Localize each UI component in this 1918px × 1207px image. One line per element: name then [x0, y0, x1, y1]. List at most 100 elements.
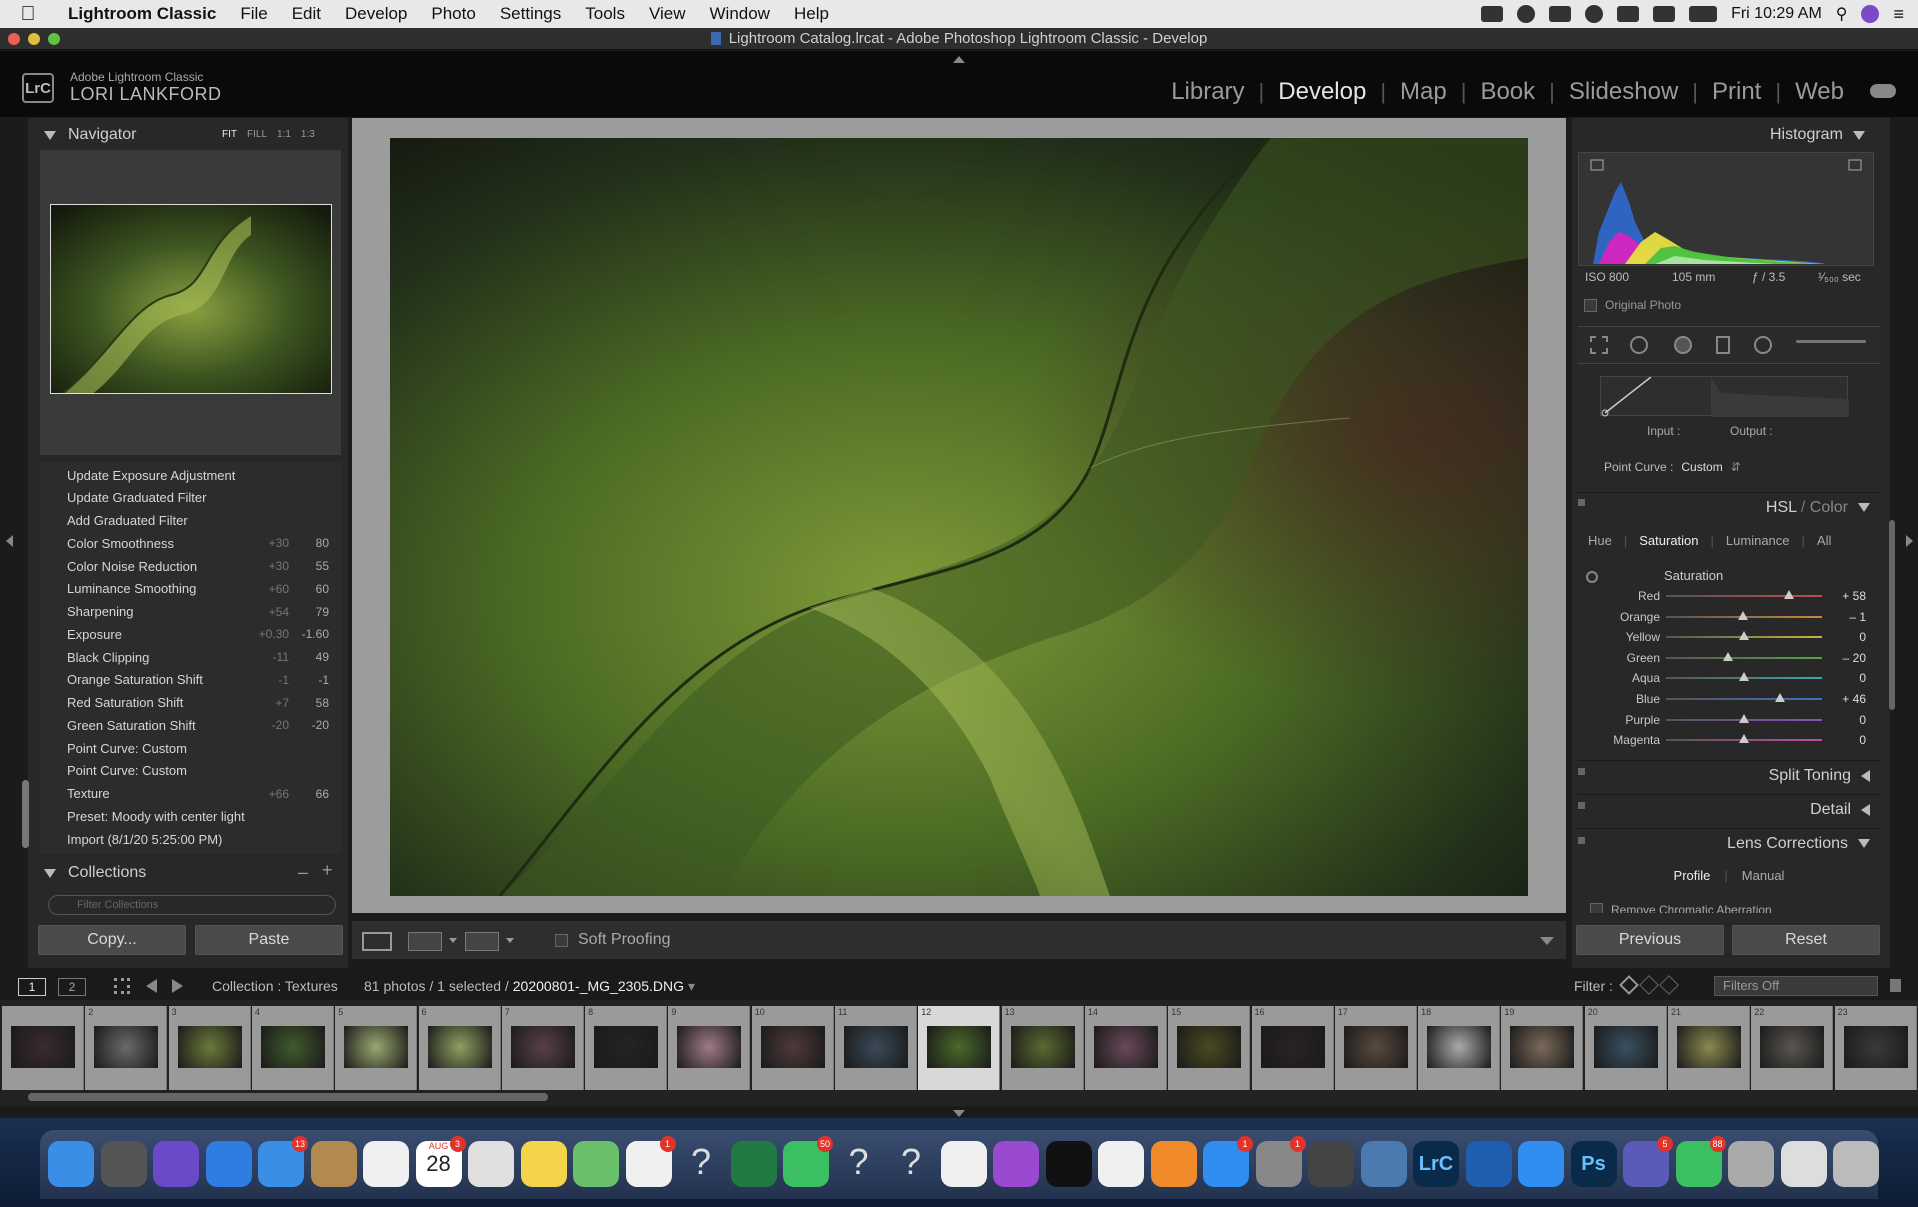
history-step[interactable]: Color Noise Reduction +30 55 — [67, 555, 329, 577]
siri-icon[interactable] — [1861, 5, 1880, 23]
before-after-lr-icon[interactable] — [408, 932, 442, 951]
module-map[interactable]: Map — [1386, 78, 1461, 106]
slider-thumb[interactable] — [1738, 610, 1749, 620]
back-arrow-icon[interactable] — [146, 979, 157, 993]
filmstrip-thumbnail[interactable]: 5 — [335, 1006, 418, 1090]
slider-track[interactable] — [1666, 698, 1822, 700]
slider-thumb[interactable] — [1739, 672, 1749, 682]
soft-proofing-toggle[interactable]: Soft Proofing — [555, 931, 671, 949]
filmstrip-thumbnail[interactable]: 11 — [835, 1006, 917, 1090]
bottom-panel-toggle-icon[interactable] — [953, 1110, 965, 1117]
tab-luminance[interactable]: Luminance — [1714, 533, 1802, 548]
module-library[interactable]: Library — [1157, 78, 1258, 106]
remove-ca-checkbox[interactable] — [1590, 903, 1603, 913]
slider-yellow[interactable]: Yellow 0 — [1578, 628, 1880, 646]
filmstrip-thumbnail[interactable] — [2, 1006, 84, 1090]
zoom-1-1[interactable]: 1:1 — [277, 129, 291, 140]
slider-thumb[interactable] — [1739, 631, 1749, 641]
navigator-thumbnail[interactable] — [50, 204, 332, 394]
lightroom-classic-icon[interactable]: LrC — [1413, 1141, 1459, 1187]
slider-aqua[interactable]: Aqua 0 — [1578, 669, 1880, 687]
menu-photo[interactable]: Photo — [419, 4, 487, 24]
filmstrip-thumbnail[interactable]: 7 — [501, 1006, 584, 1090]
radial-filter-icon[interactable] — [1754, 336, 1772, 354]
loupe-view-icon[interactable] — [362, 932, 392, 951]
filmstrip-thumbnail[interactable]: 13 — [1001, 1006, 1084, 1090]
original-photo-checkbox[interactable] — [1584, 298, 1597, 312]
flag-filter-icons[interactable] — [1619, 975, 1679, 995]
slider-green[interactable]: Green – 20 — [1578, 649, 1880, 667]
filmstrip-thumbnail[interactable]: 14 — [1084, 1006, 1167, 1090]
history-step[interactable]: Update Exposure Adjustment — [67, 464, 329, 486]
filmstrip-thumbnail[interactable]: 20 — [1584, 1006, 1667, 1090]
slider-value[interactable]: + 58 — [1842, 589, 1866, 603]
tab-all[interactable]: All — [1805, 533, 1843, 548]
menu-clock[interactable]: Fri 10:29 AM — [1731, 5, 1822, 23]
module-web[interactable]: Web — [1781, 78, 1858, 106]
filmstrip-thumbnail[interactable]: 9 — [668, 1006, 751, 1090]
slider-value[interactable]: 0 — [1859, 713, 1866, 727]
filter-preset-select[interactable]: Filters Off — [1714, 976, 1878, 996]
siri-icon[interactable] — [153, 1141, 199, 1187]
toolbar-options-icon[interactable] — [1540, 937, 1554, 945]
menu-settings[interactable]: Settings — [488, 4, 573, 24]
filmstrip-thumbnail[interactable]: 3 — [168, 1006, 251, 1090]
flag-filter-unflagged-icon[interactable] — [1639, 975, 1659, 995]
reset-button[interactable]: Reset — [1732, 925, 1880, 955]
slider-thumb[interactable] — [1739, 713, 1749, 723]
filmstrip-thumbnail[interactable]: 18 — [1418, 1006, 1501, 1090]
slider-purple[interactable]: Purple 0 — [1578, 711, 1880, 729]
slider-track[interactable] — [1666, 595, 1822, 597]
menu-file[interactable]: File — [228, 4, 279, 24]
shadow-clipping-icon[interactable] — [1590, 159, 1604, 171]
before-after-copy-dropdown-icon[interactable] — [506, 938, 514, 943]
reminders-icon[interactable] — [363, 1141, 409, 1187]
slider-thumb[interactable] — [1784, 590, 1795, 599]
zoom-window-button[interactable] — [48, 33, 60, 45]
filmstrip-thumbnail[interactable]: 23 — [1834, 1006, 1917, 1090]
safari-icon[interactable] — [205, 1141, 252, 1187]
downloads-stack-icon[interactable] — [1780, 1141, 1827, 1187]
module-book[interactable]: Book — [1466, 78, 1549, 106]
menu-develop[interactable]: Develop — [333, 4, 419, 24]
slider-value[interactable]: 0 — [1859, 630, 1866, 644]
excel-icon[interactable] — [730, 1141, 777, 1187]
spotlight-icon[interactable]: ⚲ — [1836, 4, 1848, 24]
point-curve-value[interactable]: Custom — [1681, 460, 1722, 474]
collections-header[interactable]: Collections — [44, 860, 146, 886]
news-icon[interactable] — [1098, 1141, 1144, 1187]
filter-collections-input[interactable]: Filter Collections — [48, 895, 336, 915]
copy-button[interactable]: Copy... — [38, 925, 186, 955]
flag-filter-pick-icon[interactable] — [1619, 975, 1639, 995]
chrome-icon[interactable] — [468, 1141, 514, 1187]
battery-icon[interactable] — [1689, 6, 1718, 22]
module-print[interactable]: Print — [1698, 78, 1775, 106]
cloud-sync-icon[interactable] — [1870, 84, 1896, 98]
before-after-dropdown-icon[interactable] — [449, 938, 457, 943]
unknown-app-icon[interactable]: ? — [678, 1141, 724, 1187]
soft-proofing-checkbox[interactable] — [555, 933, 568, 947]
notes-icon[interactable] — [520, 1141, 567, 1187]
slider-blue[interactable]: Blue + 46 — [1578, 690, 1880, 708]
split-toning-header[interactable]: Split Toning — [1578, 760, 1880, 790]
filmstrip-scrollbar[interactable] — [28, 1093, 548, 1101]
music-icon[interactable] — [940, 1141, 987, 1187]
menu-tools[interactable]: Tools — [573, 4, 637, 24]
slider-red[interactable]: Red + 58 — [1578, 587, 1880, 605]
previous-button[interactable]: Previous — [1576, 925, 1724, 955]
remove-ca-option[interactable]: Remove Chromatic Aberration — [1590, 903, 1772, 913]
app-menu[interactable]: Lightroom Classic — [56, 4, 228, 24]
minimize-window-button[interactable] — [28, 33, 40, 45]
top-panel-toggle-icon[interactable] — [953, 56, 965, 63]
history-step[interactable]: Point Curve: Custom — [67, 760, 329, 782]
highlight-clipping-icon[interactable] — [1848, 159, 1862, 171]
slider-magenta[interactable]: Magenta 0 — [1578, 731, 1880, 749]
history-step[interactable]: Luminance Smoothing +60 60 — [67, 578, 329, 600]
close-window-button[interactable] — [8, 33, 20, 45]
history-step[interactable]: Point Curve: Custom — [67, 737, 329, 759]
module-develop[interactable]: Develop — [1264, 78, 1380, 106]
navigator-header[interactable]: Navigator — [44, 122, 136, 148]
airplay-icon[interactable] — [1617, 6, 1640, 22]
zoom-fit[interactable]: FIT — [222, 129, 237, 140]
targeted-adjustment-icon[interactable] — [1586, 571, 1598, 583]
